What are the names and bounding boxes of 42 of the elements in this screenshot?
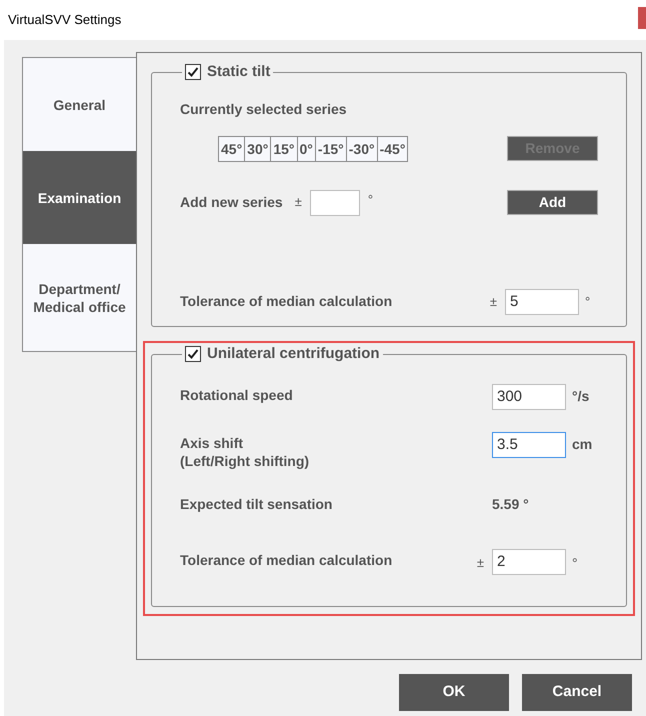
series-chip[interactable]: 30° — [244, 136, 270, 160]
series-chip[interactable]: -30° — [346, 136, 377, 160]
unit-text: °/s — [572, 386, 590, 406]
input-field[interactable]: 300 — [492, 384, 566, 410]
dialog-button[interactable]: Cancel — [522, 674, 632, 711]
group-title: Unilateral centrifugation — [207, 344, 380, 364]
checkbox[interactable] — [185, 346, 201, 362]
unit-text: ° — [368, 190, 374, 208]
unit-text: ° — [585, 292, 592, 311]
field-label: Rotational speed — [180, 386, 293, 404]
action-button[interactable]: Add — [507, 190, 598, 214]
field-label: Add new series — [180, 192, 283, 212]
group-title: Static tilt — [207, 62, 270, 82]
sign-text: ± — [476, 554, 484, 572]
series-chip[interactable]: 45° — [219, 136, 244, 160]
dialog-button[interactable]: OK — [399, 674, 509, 711]
sign-text: ± — [490, 292, 497, 311]
input-field[interactable]: 3.5 — [492, 432, 566, 458]
value-text: 5.59 ° — [492, 494, 530, 514]
field-label: Expected tilt sensation — [180, 494, 332, 514]
input-field[interactable] — [310, 190, 360, 216]
window-title: VirtualSVV Settings — [8, 11, 122, 30]
tab[interactable]: Examination — [23, 151, 136, 244]
field-label: Tolerance of median calculation — [180, 292, 392, 311]
series-chip[interactable]: -45° — [376, 136, 408, 160]
field-label: Currently selected series — [180, 100, 347, 116]
checkbox[interactable] — [185, 64, 201, 80]
series-chip[interactable]: 15° — [270, 136, 297, 160]
field-label: Tolerance of median calculation — [180, 550, 392, 568]
field-label: (Left/Right shifting) — [180, 452, 310, 470]
unit-text: cm — [572, 434, 594, 454]
tab[interactable]: Department/ Medical office — [23, 244, 136, 351]
checkmark-icon — [187, 66, 199, 78]
series-chip[interactable]: 0° — [296, 136, 315, 160]
input-field[interactable]: 2 — [492, 548, 566, 574]
unit-text: ° — [572, 554, 579, 572]
field-label: Axis shift — [180, 434, 244, 452]
checkmark-icon — [187, 348, 199, 360]
series-chip[interactable]: -15° — [314, 136, 346, 160]
input-field[interactable]: 5 — [505, 288, 579, 314]
sign-text: ± — [294, 192, 302, 210]
tab[interactable]: General — [23, 58, 136, 151]
